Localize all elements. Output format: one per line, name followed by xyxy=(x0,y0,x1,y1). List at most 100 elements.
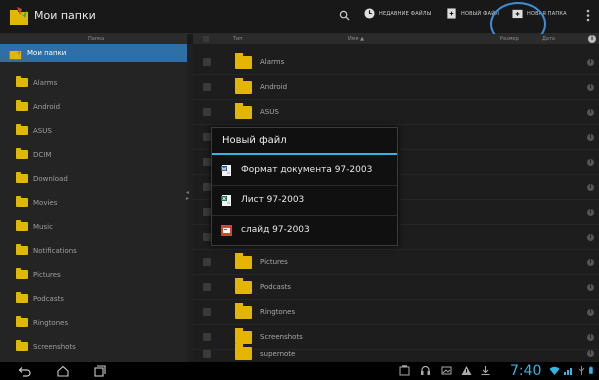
file-row[interactable]: Pictures i xyxy=(193,250,599,275)
home-icon[interactable] xyxy=(56,364,70,378)
info-icon[interactable]: i xyxy=(587,283,594,291)
tree-item-label: Screenshots xyxy=(33,342,76,351)
info-icon[interactable]: i xyxy=(587,183,594,191)
file-row[interactable]: Android i xyxy=(193,75,599,100)
folder-icon xyxy=(235,327,252,344)
tree-item-label: Podcasts xyxy=(33,294,64,303)
info-icon[interactable]: i xyxy=(587,58,594,66)
file-name: Podcasts xyxy=(260,283,291,291)
tree-item[interactable]: Alarms xyxy=(4,71,187,94)
info-icon[interactable]: i xyxy=(587,133,594,141)
info-icon[interactable]: i xyxy=(587,233,594,241)
tree-item-label: Music xyxy=(33,222,53,231)
row-checkbox[interactable] xyxy=(203,83,211,91)
tree-item[interactable]: Android xyxy=(4,95,187,118)
clock[interactable]: 7:40 xyxy=(510,363,541,379)
info-icon[interactable]: i xyxy=(587,350,594,357)
new-powerpoint-slide-option[interactable]: слайд 97-2003 xyxy=(221,219,396,241)
battery-icon xyxy=(589,366,593,374)
info-icon[interactable]: i xyxy=(587,83,594,91)
warning-icon[interactable] xyxy=(461,365,472,376)
row-checkbox[interactable] xyxy=(203,258,211,266)
new-file-dialog: Новый файл Формат документа 97-2003 Лист… xyxy=(211,127,398,246)
file-name: Ringtones xyxy=(260,308,296,316)
file-row[interactable]: ASUS i xyxy=(193,100,599,125)
file-row[interactable]: Alarms i xyxy=(193,50,599,75)
tree-item[interactable]: DCIM xyxy=(4,143,187,166)
tree-item[interactable]: Notifications xyxy=(4,239,187,262)
row-checkbox[interactable] xyxy=(203,133,211,141)
tree-item[interactable]: Download xyxy=(4,167,187,190)
type-column-header[interactable]: Тип xyxy=(233,36,243,42)
dialog-title: Новый файл xyxy=(222,135,287,146)
date-column-header[interactable]: Дата xyxy=(542,36,555,42)
tree-item-label: Alarms xyxy=(33,78,58,87)
tree-item-label: Notifications xyxy=(33,246,77,255)
tree-item-label: Download xyxy=(33,174,68,183)
info-icon[interactable]: i xyxy=(587,158,594,166)
tree-item-label: Pictures xyxy=(33,270,61,279)
file-name: Android xyxy=(260,83,288,91)
splitter-arrows-icon[interactable]: ◂ ▸ xyxy=(186,190,189,202)
file-row[interactable]: Podcasts i xyxy=(193,275,599,300)
name-column-header[interactable]: Имя ▲ xyxy=(348,36,364,42)
app-folder-icon[interactable] xyxy=(9,6,31,26)
size-column-header[interactable]: Размер xyxy=(500,36,519,42)
screenshot-icon[interactable] xyxy=(399,365,410,376)
folder-icon xyxy=(235,302,252,319)
download-icon[interactable] xyxy=(480,365,491,376)
info-icon[interactable]: i xyxy=(587,108,594,116)
info-icon[interactable]: i xyxy=(587,258,594,266)
tree-root-my-folders[interactable]: Мои папки xyxy=(0,44,187,62)
tree-item[interactable]: Pictures xyxy=(4,263,187,286)
excel-sheet-icon xyxy=(221,194,231,206)
row-checkbox[interactable] xyxy=(203,349,211,358)
file-row[interactable]: Ringtones i xyxy=(193,300,599,325)
overflow-menu-icon[interactable] xyxy=(586,9,590,22)
row-checkbox[interactable] xyxy=(203,233,211,241)
file-name: Pictures xyxy=(260,258,288,266)
search-icon[interactable] xyxy=(339,10,350,21)
recent-apps-icon[interactable] xyxy=(93,364,107,378)
file-row[interactable]: supernote i xyxy=(193,344,599,363)
folder-icon xyxy=(16,220,28,231)
row-checkbox[interactable] xyxy=(203,58,211,66)
option-label: Формат документа 97-2003 xyxy=(241,165,373,175)
folder-header-label: Папка xyxy=(88,36,105,42)
file-name: ASUS xyxy=(260,108,279,116)
new-file-icon xyxy=(447,8,456,19)
row-checkbox[interactable] xyxy=(203,333,211,341)
info-icon[interactable]: i xyxy=(587,308,594,316)
tree-item[interactable]: Podcasts xyxy=(4,287,187,310)
folder-icon xyxy=(16,196,28,207)
page-title: Мои папки xyxy=(34,9,96,22)
folder-icon xyxy=(16,100,28,111)
new-excel-sheet-option[interactable]: Лист 97-2003 xyxy=(221,189,396,211)
app-folder-icon xyxy=(9,47,22,59)
tree-item[interactable]: Movies xyxy=(4,191,187,214)
row-checkbox[interactable] xyxy=(203,308,211,316)
tree-item[interactable]: ASUS xyxy=(4,119,187,142)
info-icon[interactable]: i xyxy=(587,208,594,216)
row-checkbox[interactable] xyxy=(203,158,211,166)
option-label: слайд 97-2003 xyxy=(241,225,310,235)
tree-item[interactable]: Ringtones xyxy=(4,311,187,334)
back-icon[interactable] xyxy=(17,364,31,378)
file-name: Screenshots xyxy=(260,333,303,341)
tree-item[interactable]: Music xyxy=(4,215,187,238)
system-bar: 7:40 xyxy=(0,362,599,380)
folder-icon xyxy=(235,277,252,294)
new-word-document-option[interactable]: Формат документа 97-2003 xyxy=(221,159,396,181)
recent-files-button[interactable]: НЕДАВНИЕ ФАЙЛЫ xyxy=(364,8,431,19)
tree-item[interactable]: Screenshots xyxy=(4,335,187,358)
headset-icon[interactable] xyxy=(420,365,431,376)
row-checkbox[interactable] xyxy=(203,208,211,216)
action-bar: Мои папки НЕДАВНИЕ ФАЙЛЫ НОВЫЙ ФАЙЛ НОВА… xyxy=(0,0,599,46)
row-checkbox[interactable] xyxy=(203,283,211,291)
folder-icon xyxy=(16,316,28,327)
row-checkbox[interactable] xyxy=(203,108,211,116)
info-icon[interactable]: i xyxy=(587,333,594,341)
gallery-icon[interactable] xyxy=(441,365,452,376)
select-all-checkbox[interactable] xyxy=(203,36,209,42)
row-checkbox[interactable] xyxy=(203,183,211,191)
